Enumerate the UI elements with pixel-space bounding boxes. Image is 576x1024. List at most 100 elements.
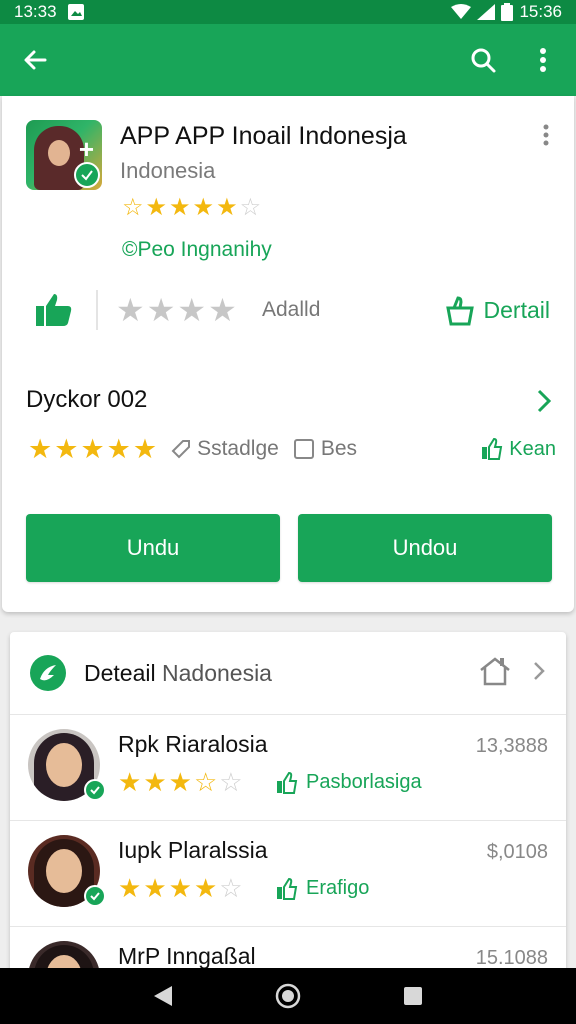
nav-home-button[interactable] [268,976,308,1016]
item-name: Rpk Riaralosia [118,731,268,757]
star-icon: ★ [193,873,218,903]
star-icon: ★ [143,767,167,797]
item-rating-stars: ★ ★ ★ ★ ☆ [118,875,243,901]
more-options-button[interactable] [528,45,558,75]
list-item[interactable]: Iupk Plaralssia $,0108 ★ ★ ★ ★ ☆ Erafigo [10,820,566,926]
thumbs-up-icon [36,294,72,326]
signal-icon [477,4,496,20]
added-label: Adalld [262,298,321,321]
star-icon: ★ [106,433,131,464]
thumbs-up-icon [277,877,298,900]
meta-row: ★ ★ ★ ★ ★ Sstadlge Bes Kean [28,432,556,466]
item-tag: Erafigo [276,877,369,900]
app-title: APP APP Inoail Indonesja [120,122,407,150]
brand-logo-icon [30,655,66,691]
star-icon: ★ [132,433,158,464]
star-icon: ★ [145,194,168,221]
bes-label: Bes [320,437,358,460]
list-title-bold: Deteail [84,659,156,686]
item-tag-label: Erafigo [306,877,370,899]
search-button[interactable] [468,45,498,75]
star-icon: ★ [143,873,167,903]
star-outline-icon: ☆ [219,767,243,797]
star-icon[interactable]: ★ [177,294,206,326]
open-button[interactable]: Undou [298,514,552,582]
arrow-left-icon [24,50,47,70]
star-icon: ★ [54,433,79,464]
chevron-right-icon [536,388,552,419]
tag-item: Sstadlge [171,437,279,461]
tag-label: Sstadlge [197,437,279,460]
notification-icon [67,3,85,21]
version-label: Dyckor 002 [26,386,148,413]
version-rating-stars: ★ ★ ★ ★ ★ [28,433,158,464]
more-vert-icon [540,48,546,72]
verified-badge-icon [74,162,100,188]
star-half-icon: ☆ [193,767,218,797]
star-outline-icon: ☆ [219,873,243,903]
rating-action-row: ★ ★ ★ ★ Adalld Dertail [2,286,574,336]
item-tag: Pasborlasiga [276,771,422,794]
avatar [28,729,106,805]
thumbs-up-icon [277,771,298,794]
system-nav-bar [0,968,576,1024]
nav-recents-button[interactable] [393,976,433,1016]
nav-back-button[interactable] [143,976,183,1016]
list-item[interactable]: Rpk Riaralosia 13,3888 ★ ★ ★ ☆ ☆ Pasborl… [10,714,566,820]
chevron-right-icon[interactable] [532,660,546,687]
star-icon: ★ [118,873,142,903]
item-name: Iupk Plaralssia [118,837,268,863]
like-button[interactable] [34,292,74,333]
version-row[interactable]: Dyckor 002 [26,386,556,422]
app-detail-card: + APP APP Inoail Indonesja Indonesia ☆ ★… [2,96,574,612]
item-value: $,0108 [486,841,548,863]
detail-link[interactable]: Dertail [444,294,550,326]
thumbs-up-icon [482,438,503,460]
kean-link[interactable]: Kean [481,438,556,461]
item-name: MrP Inngaßal [118,943,256,969]
divider [96,290,98,330]
home-icon [480,656,510,685]
circle-home-icon [275,983,301,1009]
item-value: 13,3888 [475,735,548,757]
star-outline-icon: ☆ [239,194,262,221]
item-rating-stars: ★ ★ ★ ☆ ☆ [118,769,243,795]
list-item[interactable]: MrP Inngaßal 15.1088 [10,926,566,972]
app-bar [0,24,576,96]
install-button[interactable]: Undu [26,514,280,582]
app-badge-text: ©Pеo Ingnanihy [122,238,272,261]
app-icon[interactable]: + [26,120,102,190]
status-bar: 13:33 15:36 [0,0,576,24]
back-button[interactable] [18,43,52,77]
more-vert-icon [543,124,549,146]
verified-badge-icon [84,885,106,907]
bes-item: Bes [293,437,357,461]
detail-label: Dertail [483,296,550,323]
triangle-back-icon [153,986,172,1006]
star-icon[interactable]: ★ [147,294,176,326]
star-icon: ★ [192,194,215,221]
tag-icon [171,440,191,459]
app-rating-stars: ☆ ★ ★ ★ ★ ☆ [122,196,261,220]
star-icon: ★ [80,433,105,464]
star-icon: ★ [216,194,238,221]
star-icon: ★ [168,873,192,903]
star-icon: ★ [168,767,192,797]
home-button[interactable] [478,656,512,691]
rate-stars[interactable]: ★ ★ ★ ★ [116,294,237,326]
related-apps-card: Deteail Nadonesia Rpk Riaralosia 13,3888… [10,632,566,972]
list-title-rest: Nadonesia [162,659,272,686]
thumbs-up-icon [445,296,474,326]
star-icon[interactable]: ★ [116,294,145,326]
avatar [28,835,106,911]
star-icon: ★ [118,767,142,797]
app-developer[interactable]: Indonesia [120,158,215,184]
item-value: 15.1088 [475,947,548,969]
star-icon[interactable]: ★ [208,294,237,326]
app-more-button[interactable] [536,122,556,148]
plus-icon: + [78,134,94,164]
star-icon: ☆ [122,194,144,221]
status-time-left: 13:33 [14,2,57,21]
star-icon: ★ [28,433,53,464]
list-header: Deteail Nadonesia [10,632,566,714]
